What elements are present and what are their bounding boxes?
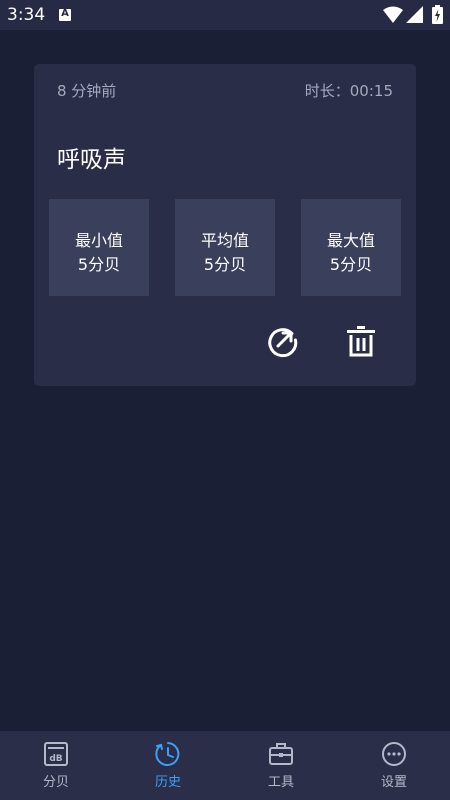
a-notification-letter: A bbox=[61, 8, 69, 19]
record-card[interactable]: 8 分钟前 时长：00:15 呼吸声 最小值 5分贝 平均值 5分贝 最大值 5… bbox=[34, 64, 416, 386]
svg-text:dB: dB bbox=[49, 754, 62, 764]
status-bar: 3:34 A bbox=[0, 0, 450, 30]
stat-max-label: 最大值 bbox=[326, 231, 375, 250]
stat-max-value: 5分贝 bbox=[329, 255, 373, 274]
a-notification-icon: A bbox=[59, 8, 71, 21]
stat-avg-label: 平均值 bbox=[200, 231, 249, 250]
share-icon[interactable] bbox=[265, 323, 301, 359]
battery-charging-icon bbox=[432, 5, 443, 24]
nav-item-settings[interactable]: 设置 bbox=[338, 731, 450, 800]
nav-item-history[interactable]: 历史 bbox=[112, 731, 224, 800]
signal-icon bbox=[406, 6, 423, 23]
nav-label-settings: 设置 bbox=[380, 775, 407, 790]
wifi-icon bbox=[383, 6, 403, 23]
toolbox-icon bbox=[269, 743, 293, 765]
nav-label-decibel: 分贝 bbox=[42, 775, 69, 790]
nav-label-history: 历史 bbox=[154, 775, 181, 790]
nav-item-decibel[interactable]: dB 分贝 bbox=[0, 731, 112, 800]
stat-min-value: 5分贝 bbox=[77, 255, 121, 274]
record-title: 呼吸声 bbox=[57, 147, 126, 173]
nav-label-tools: 工具 bbox=[267, 775, 294, 790]
delete-icon[interactable] bbox=[343, 323, 379, 359]
nav-item-tools[interactable]: 工具 bbox=[225, 731, 337, 800]
stat-avg-box: 平均值 5分贝 bbox=[175, 199, 275, 296]
record-time-ago: 8 分钟前 bbox=[57, 82, 117, 100]
status-time: 3:34 bbox=[7, 5, 46, 25]
stat-min-label: 最小值 bbox=[74, 231, 123, 250]
stat-min-box: 最小值 5分贝 bbox=[49, 199, 149, 296]
settings-dots-icon bbox=[382, 742, 406, 766]
record-duration: 时长：00:15 bbox=[304, 82, 393, 100]
history-clock-icon bbox=[155, 742, 180, 766]
stat-max-box: 最大值 5分贝 bbox=[301, 199, 401, 296]
db-meter-icon: dB bbox=[44, 742, 68, 766]
bottom-nav: dB 分贝 历史 工具 设置 bbox=[0, 731, 450, 800]
stat-avg-value: 5分贝 bbox=[203, 255, 247, 274]
